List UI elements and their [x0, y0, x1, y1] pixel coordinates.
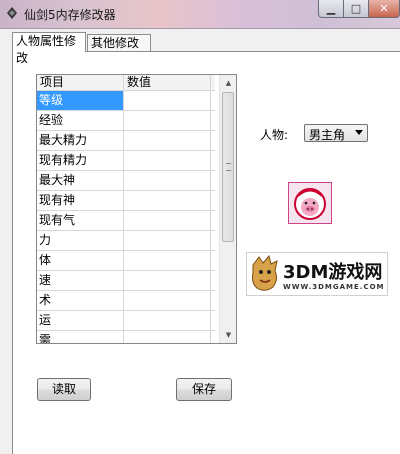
item-cell[interactable]: 术	[37, 291, 124, 310]
maximize-button[interactable]: □	[343, 0, 369, 18]
table-row[interactable]: 经验	[37, 111, 215, 131]
character-portrait	[288, 182, 332, 224]
table-row[interactable]: 术	[37, 291, 215, 311]
item-cell[interactable]: 需	[37, 331, 124, 343]
tab-other[interactable]: 其他修改	[87, 34, 151, 51]
value-cell[interactable]	[124, 251, 211, 270]
value-cell[interactable]	[124, 291, 211, 310]
item-cell[interactable]: 最大神	[37, 171, 124, 190]
table-row[interactable]: 最大神	[37, 171, 215, 191]
item-cell[interactable]: 现有精力	[37, 151, 124, 170]
value-cell[interactable]	[124, 151, 211, 170]
value-cell[interactable]	[124, 131, 211, 150]
scroll-up-arrow-icon[interactable]: ▲	[220, 75, 236, 91]
scroll-down-arrow-icon[interactable]: ▼	[220, 327, 236, 343]
value-cell[interactable]	[124, 311, 211, 330]
minimize-button[interactable]: ▁	[318, 0, 344, 18]
grid-header: 项目 数值	[37, 75, 215, 91]
character-select[interactable]: 男主角	[304, 124, 368, 142]
table-row[interactable]: 需	[37, 331, 215, 343]
table-row[interactable]: 等级	[37, 91, 215, 111]
read-button[interactable]: 读取	[37, 378, 91, 401]
table-row[interactable]: 最大精力	[37, 131, 215, 151]
item-cell[interactable]: 运	[37, 311, 124, 330]
logo-text: 3DM游戏网	[283, 262, 383, 283]
character-select-value: 男主角	[309, 128, 346, 142]
item-cell[interactable]: 现有神	[37, 191, 124, 210]
table-row[interactable]: 运	[37, 311, 215, 331]
grip-icon	[226, 163, 231, 171]
item-cell[interactable]: 现有气	[37, 211, 124, 230]
item-cell[interactable]: 经验	[37, 111, 124, 130]
close-button[interactable]: ✕	[368, 0, 400, 18]
item-cell[interactable]: 等级	[37, 91, 124, 110]
item-cell[interactable]: 力	[37, 231, 124, 250]
close-icon: ✕	[379, 2, 389, 15]
pig-face-icon	[294, 188, 326, 220]
character-label: 人物:	[260, 128, 289, 142]
attribute-grid[interactable]: 项目 数值 等级 经验 最大精力 现有精力 最大神 现有神 现有气 力 体 速 …	[36, 74, 237, 344]
column-header-item[interactable]: 项目	[37, 75, 124, 90]
value-cell[interactable]	[124, 211, 211, 230]
value-cell[interactable]	[124, 171, 211, 190]
value-cell[interactable]	[124, 111, 211, 130]
3dm-logo: 3DM游戏网 WWW.3DMGAME.COM	[246, 252, 388, 296]
item-cell[interactable]: 最大精力	[37, 131, 124, 150]
grid-vertical-scrollbar[interactable]: ▲ ▼	[219, 75, 236, 343]
table-row[interactable]: 力	[37, 231, 215, 251]
title-bar: 仙剑5内存修改器 ▁ □ ✕	[0, 0, 400, 29]
save-button[interactable]: 保存	[176, 378, 232, 401]
item-cell[interactable]: 体	[37, 251, 124, 270]
value-cell[interactable]	[124, 91, 211, 110]
maximize-icon: □	[350, 2, 362, 15]
window-title: 仙剑5内存修改器	[24, 8, 116, 22]
grid-rows: 等级 经验 最大精力 现有精力 最大神 现有神 现有气 力 体 速 术 运 需	[37, 91, 215, 343]
value-cell[interactable]	[124, 271, 211, 290]
value-cell[interactable]	[124, 231, 211, 250]
minimize-icon: ▁	[326, 2, 336, 15]
app-icon	[7, 7, 17, 19]
table-row[interactable]: 现有气	[37, 211, 215, 231]
tab-character-attributes[interactable]: 人物属性修改	[12, 32, 86, 65]
table-row[interactable]: 速	[37, 271, 215, 291]
logo-url: WWW.3DMGAME.COM	[283, 283, 385, 291]
item-cell[interactable]: 速	[37, 271, 124, 290]
column-header-value[interactable]: 数值	[124, 75, 211, 90]
scrollbar-thumb[interactable]	[222, 92, 234, 242]
table-row[interactable]: 现有神	[37, 191, 215, 211]
table-row[interactable]: 体	[37, 251, 215, 271]
chevron-down-icon	[355, 130, 363, 135]
value-cell[interactable]	[124, 191, 211, 210]
table-row[interactable]: 现有精力	[37, 151, 215, 171]
value-cell[interactable]	[124, 331, 211, 343]
lion-mascot-icon	[252, 255, 278, 291]
